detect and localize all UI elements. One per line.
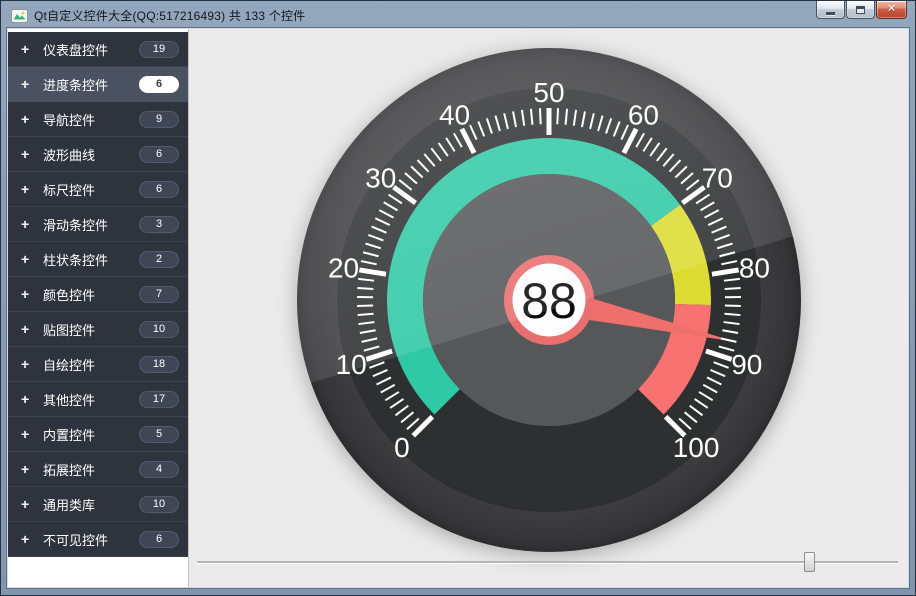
plus-icon: + — [21, 77, 35, 91]
plus-icon: + — [21, 392, 35, 406]
item-count-badge: 19 — [139, 41, 179, 58]
app-icon — [11, 9, 28, 23]
item-count-badge: 7 — [139, 286, 179, 303]
sidebar-item-label: 自绘控件 — [43, 355, 139, 374]
sidebar-item-label: 滑动条控件 — [43, 215, 139, 234]
app-window: Qt自定义控件大全(QQ:517216493) 共 133 个控件 ✕ + 仪表盘… — [0, 0, 916, 596]
sidebar-item[interactable]: + 拓展控件4 — [8, 452, 188, 487]
value-slider — [197, 551, 898, 575]
titlebar[interactable]: Qt自定义控件大全(QQ:517216493) 共 133 个控件 ✕ — [8, 1, 908, 29]
plus-icon: + — [21, 112, 35, 126]
sidebar-item[interactable]: + 滑动条控件3 — [8, 207, 188, 242]
sidebar-item[interactable]: + 仪表盘控件19 — [8, 32, 188, 67]
minimize-icon — [826, 12, 835, 15]
sidebar-item-label: 贴图控件 — [43, 320, 139, 339]
maximize-button[interactable] — [846, 1, 875, 19]
plus-icon: + — [21, 462, 35, 476]
item-count-badge: 6 — [139, 181, 179, 198]
client-area: +仪表盘控件19+进度条控件6+导航控件9+波形曲线6+标尺控件6+滑动条控件3… — [8, 29, 908, 587]
sidebar-item[interactable]: + 进度条控件6 — [8, 67, 188, 102]
plus-icon: + — [21, 252, 35, 266]
item-count-badge: 6 — [139, 531, 179, 548]
speed-gauge: 880102030405060708090100 — [289, 40, 809, 560]
sidebar-item[interactable]: + 内置控件5 — [8, 417, 188, 452]
plus-icon: + — [21, 497, 35, 511]
sidebar-item-label: 仪表盘控件 — [43, 40, 139, 59]
sidebar-item[interactable]: + 自绘控件18 — [8, 347, 188, 382]
plus-icon: + — [21, 532, 35, 546]
sidebar-item-label: 波形曲线 — [43, 145, 139, 164]
item-count-badge: 6 — [139, 76, 179, 93]
sidebar-item-label: 进度条控件 — [43, 75, 139, 94]
plus-icon: + — [21, 322, 35, 336]
sidebar-item-label: 标尺控件 — [43, 180, 139, 199]
sidebar-item[interactable]: + 其他控件17 — [8, 382, 188, 417]
sidebar-item[interactable]: + 导航控件9 — [8, 102, 188, 137]
item-count-badge: 4 — [139, 461, 179, 478]
gauge-gloss — [297, 48, 801, 552]
sidebar-item-label: 通用类库 — [43, 495, 139, 514]
plus-icon: + — [21, 217, 35, 231]
item-count-badge: 2 — [139, 251, 179, 268]
sidebar-item[interactable]: + 不可见控件6 — [8, 522, 188, 557]
sidebar-item[interactable]: + 柱状条控件2 — [8, 242, 188, 277]
slider-handle[interactable] — [804, 552, 815, 572]
plus-icon: + — [21, 182, 35, 196]
plus-icon: + — [21, 42, 35, 56]
item-count-badge: 6 — [139, 146, 179, 163]
window-title: Qt自定义控件大全(QQ:517216493) 共 133 个控件 — [34, 7, 305, 24]
sidebar-item[interactable]: + 颜色控件7 — [8, 277, 188, 312]
slider-track[interactable] — [197, 561, 898, 563]
sidebar-item-label: 其他控件 — [43, 390, 139, 409]
plus-icon: + — [21, 147, 35, 161]
plus-icon: + — [21, 427, 35, 441]
maximize-icon — [856, 6, 865, 14]
sidebar-item-label: 导航控件 — [43, 110, 139, 129]
item-count-badge: 10 — [139, 496, 179, 513]
sidebar-item-label: 颜色控件 — [43, 285, 139, 304]
minimize-button[interactable] — [816, 1, 845, 19]
sidebar-item-label: 不可见控件 — [43, 530, 139, 549]
sidebar-item[interactable]: + 波形曲线6 — [8, 137, 188, 172]
sidebar-item-label: 柱状条控件 — [43, 250, 139, 269]
item-count-badge: 17 — [139, 391, 179, 408]
item-count-badge: 3 — [139, 216, 179, 233]
sidebar: +仪表盘控件19+进度条控件6+导航控件9+波形曲线6+标尺控件6+滑动条控件3… — [8, 29, 189, 587]
main-panel: 880102030405060708090100 — [189, 29, 908, 587]
sidebar-item-label: 拓展控件 — [43, 460, 139, 479]
plus-icon: + — [21, 287, 35, 301]
window-controls: ✕ — [816, 1, 907, 19]
item-count-badge: 10 — [139, 321, 179, 338]
sidebar-item[interactable]: + 贴图控件10 — [8, 312, 188, 347]
item-count-badge: 5 — [139, 426, 179, 443]
sidebar-item[interactable]: + 标尺控件6 — [8, 172, 188, 207]
item-count-badge: 18 — [139, 356, 179, 373]
sidebar-item-label: 内置控件 — [43, 425, 139, 444]
item-count-badge: 9 — [139, 111, 179, 128]
sidebar-item[interactable]: + 通用类库10 — [8, 487, 188, 522]
close-icon: ✕ — [887, 4, 896, 15]
close-button[interactable]: ✕ — [876, 1, 907, 19]
plus-icon: + — [21, 357, 35, 371]
